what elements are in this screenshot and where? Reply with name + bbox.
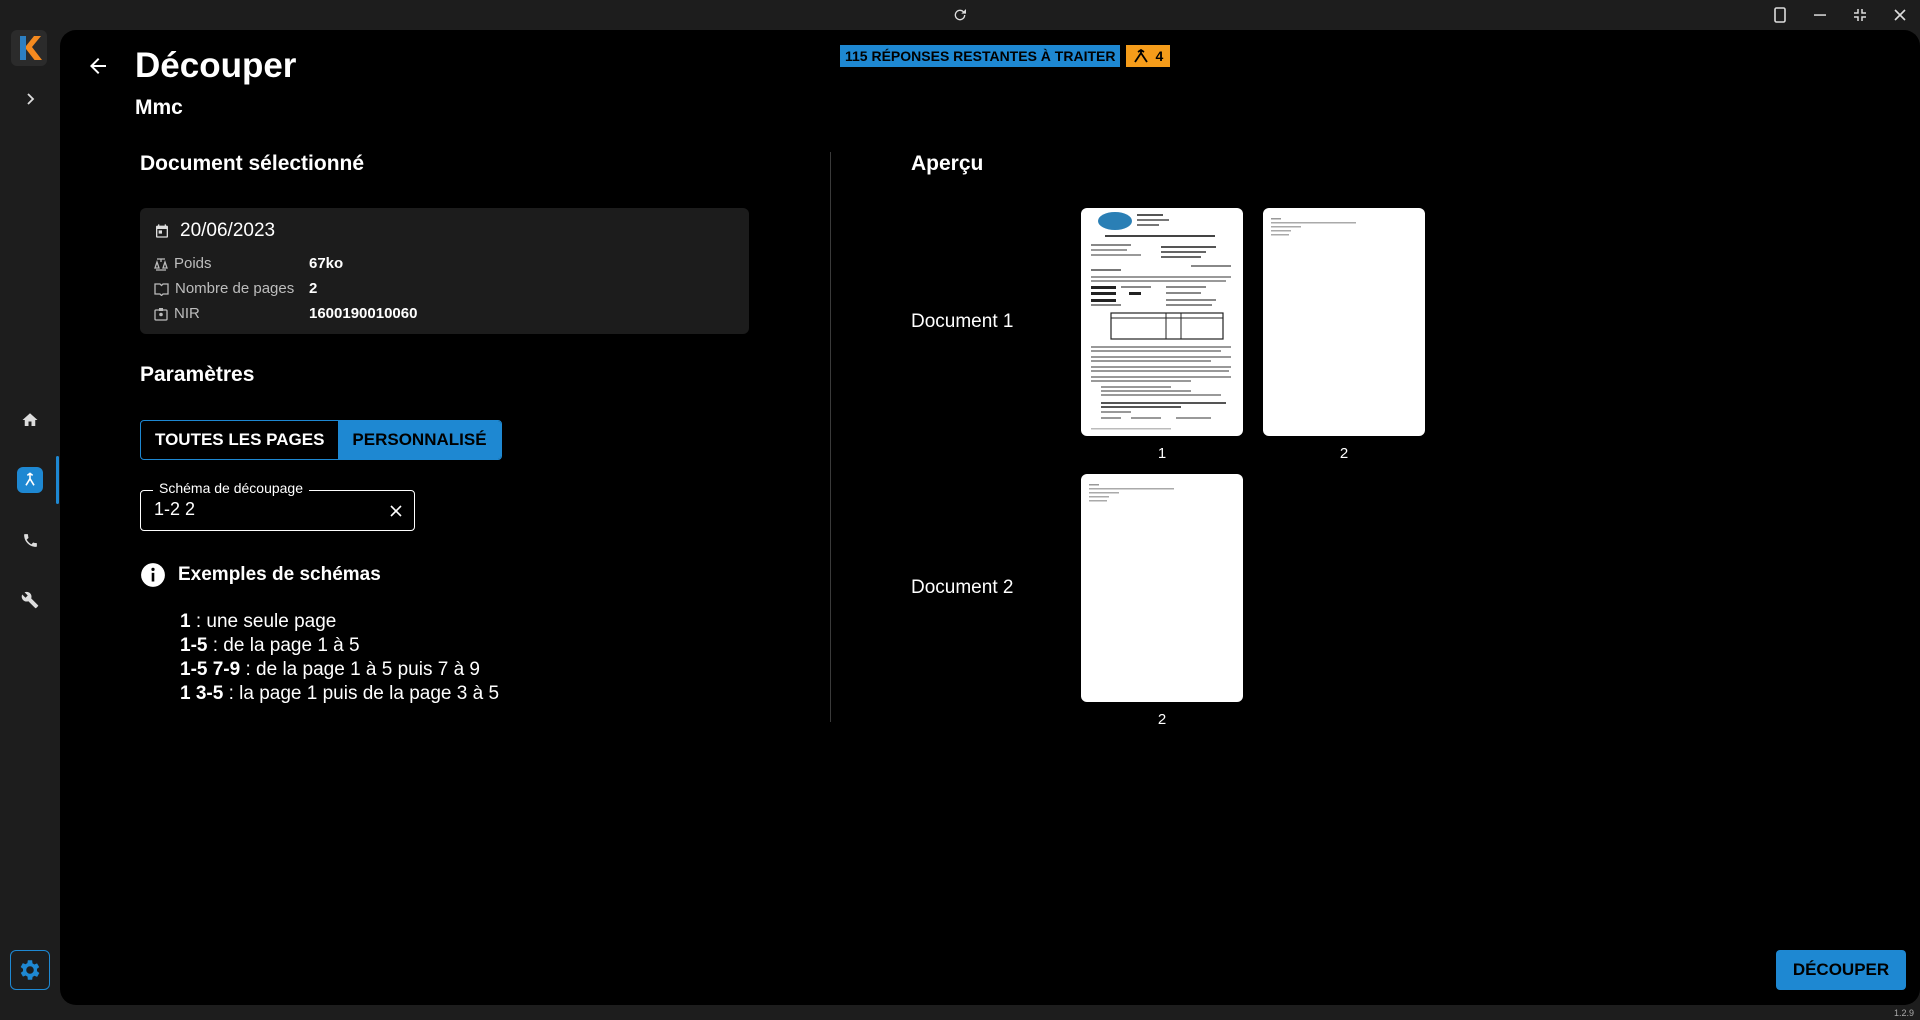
refresh-icon[interactable] (947, 3, 973, 27)
clear-icon[interactable] (386, 501, 406, 521)
page-title: Découper (135, 46, 297, 85)
preview-document-2-label: Document 2 (911, 577, 1014, 598)
example-item: 1 : une seule page (180, 611, 337, 632)
params-section-title: Paramètres (140, 363, 255, 386)
expand-menu-icon[interactable] (14, 83, 46, 115)
toggle-custom[interactable]: PERSONNALISÉ (338, 421, 501, 459)
wrench-icon[interactable] (14, 584, 46, 616)
calendar-icon (156, 224, 168, 238)
device-icon[interactable] (1767, 3, 1793, 27)
home-icon[interactable] (14, 404, 46, 436)
preview-document-1-label: Document 1 (911, 311, 1014, 332)
page-number: 2 (1157, 711, 1167, 728)
phone-icon[interactable] (14, 524, 46, 556)
preview-section-title: Aperçu (911, 152, 984, 175)
app-version: 1.2.9 (1893, 1008, 1914, 1018)
document-date: 20/06/2023 (154, 220, 275, 242)
pages-value: 2 (309, 280, 318, 297)
nir-label: NIR (174, 305, 200, 322)
example-item: 1-5 : de la page 1 à 5 (180, 635, 360, 656)
split-icon (1134, 49, 1149, 63)
page-number: 1 (1157, 445, 1167, 462)
cut-button[interactable]: DÉCOUPER (1776, 950, 1906, 990)
page-number: 2 (1339, 445, 1349, 462)
nir-row: NIR 1600190010060 (154, 305, 417, 322)
weight-label: Poids (174, 255, 212, 272)
split-schema-field: Schéma de découpage (140, 480, 415, 531)
nav-rail (0, 0, 60, 1020)
examples-title: Exemples de schémas (178, 564, 381, 585)
date-value: 20/06/2023 (180, 220, 276, 241)
restore-icon[interactable] (1847, 3, 1873, 27)
document-card: 20/06/2023 Poids 67ko Nombre de pages 2 … (140, 208, 749, 334)
info-icon (141, 563, 165, 587)
title-bar (0, 0, 1920, 30)
toggle-all-pages[interactable]: TOUTES LES PAGES (141, 421, 338, 459)
page-subtitle: Mmc (135, 96, 183, 119)
vertical-divider (830, 152, 831, 722)
examples-header: Exemples de schémas (140, 562, 381, 588)
split-count: 4 (1155, 48, 1164, 64)
split-schema-label: Schéma de découpage (153, 480, 309, 496)
id-badge-icon (154, 307, 168, 321)
split-count-badge: 4 (1126, 45, 1171, 67)
app-logo (11, 30, 47, 66)
minimize-icon[interactable] (1807, 3, 1833, 27)
split-mode-toggle: TOUTES LES PAGES PERSONNALISÉ (140, 420, 502, 460)
split-schema-input[interactable] (154, 499, 374, 520)
weight-icon (154, 257, 168, 271)
examples-list: 1 : une seule page 1-5 : de la page 1 à … (180, 610, 499, 706)
back-button[interactable] (82, 50, 114, 82)
page-thumbnail[interactable] (1263, 208, 1425, 436)
close-icon[interactable] (1887, 3, 1913, 27)
example-item: 1-5 7-9 : de la page 1 à 5 puis 7 à 9 (180, 659, 480, 680)
pages-row: Nombre de pages 2 (154, 280, 317, 297)
page-thumbnail[interactable] (1081, 474, 1243, 702)
example-item: 1 3-5 : la page 1 puis de la page 3 à 5 (180, 683, 500, 704)
book-icon (154, 282, 169, 296)
nir-value: 1600190010060 (309, 305, 418, 322)
arrow-left-icon (90, 58, 106, 74)
settings-button[interactable] (10, 950, 50, 990)
weight-value: 67ko (309, 255, 344, 272)
weight-row: Poids 67ko (154, 255, 343, 272)
split-icon[interactable] (17, 467, 43, 493)
gear-icon (20, 960, 40, 980)
active-indicator (56, 456, 59, 504)
status-badges: 115 RÉPONSES RESTANTES À TRAITER 4 (840, 45, 1171, 67)
page-thumbnail[interactable] (1081, 208, 1243, 436)
remaining-badge: 115 RÉPONSES RESTANTES À TRAITER (840, 45, 1121, 67)
pages-label: Nombre de pages (175, 280, 295, 297)
document-section-title: Document sélectionné (140, 152, 365, 175)
main-panel: Découper Mmc 115 RÉPONSES RESTANTES À TR… (60, 30, 1920, 1005)
